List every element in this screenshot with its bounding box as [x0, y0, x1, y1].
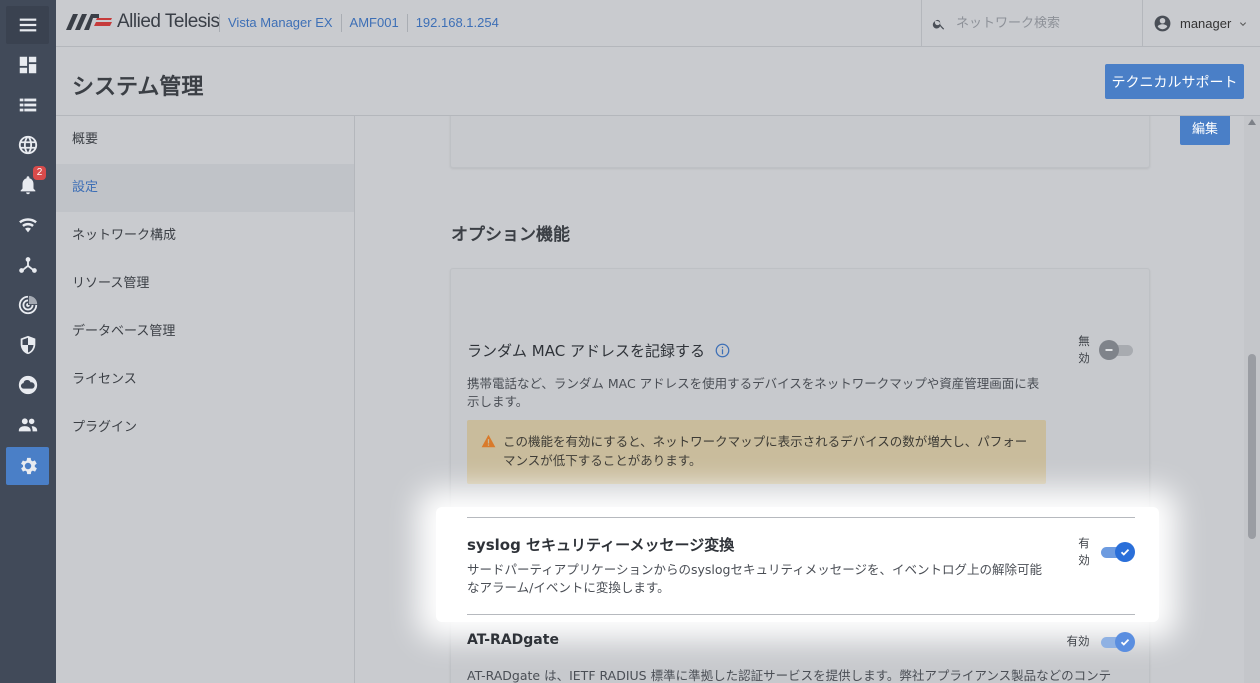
icon-rail: 2: [0, 0, 56, 683]
minus-icon: [1105, 349, 1113, 351]
content-scrollbar[interactable]: [1244, 116, 1260, 683]
topology-icon[interactable]: [6, 246, 49, 284]
check-icon: [1120, 638, 1130, 646]
toggle-knob: [1115, 542, 1135, 562]
breadcrumb-product[interactable]: Vista Manager EX: [219, 14, 341, 32]
username: manager: [1180, 16, 1232, 31]
subnav-item-license[interactable]: ライセンス: [56, 356, 354, 404]
syslog-state-label: 有効: [1078, 536, 1090, 567]
hamburger-menu-icon[interactable]: [6, 6, 49, 44]
divider: [467, 517, 1135, 518]
wifi-icon[interactable]: [6, 206, 49, 244]
option-random-mac-description: 携帯電話など、ランダム MAC アドレスを使用するデバイスをネットワークマップや…: [467, 376, 1040, 409]
radar-icon[interactable]: [6, 286, 49, 324]
subnav-item-plugin[interactable]: プラグイン: [56, 404, 354, 452]
option-radgate-description: AT-RADgate は、IETF RADIUS 標準に準拠した認証サービスを提…: [467, 668, 1112, 683]
technical-support-button[interactable]: テクニカルサポート: [1105, 64, 1244, 99]
subnav-item-settings[interactable]: 設定: [56, 164, 354, 212]
account-circle-icon: [1154, 15, 1171, 32]
brand-name: Allied Telesis: [117, 11, 220, 32]
dashboard-icon[interactable]: [6, 46, 49, 84]
subnav-item-database-management[interactable]: データベース管理: [56, 308, 354, 356]
subnav-item-resource-management[interactable]: リソース管理: [56, 260, 354, 308]
option-random-mac-title: ランダム MAC アドレスを記録する: [467, 342, 705, 360]
edit-button[interactable]: 編集: [1180, 116, 1230, 145]
radgate-toggle[interactable]: [1099, 632, 1135, 652]
alert-bell-icon[interactable]: 2: [6, 166, 49, 204]
settings-content: 編集 オプション機能 ランダム MAC アドレスを記録する 携帯電話など、ランダ…: [356, 116, 1244, 683]
alert-count-badge: 2: [33, 166, 46, 180]
previous-settings-card: 編集: [450, 116, 1230, 168]
brand-logo[interactable]: Allied Telesis: [66, 11, 220, 33]
user-menu[interactable]: manager: [1142, 0, 1260, 47]
security-shield-icon[interactable]: [6, 326, 49, 364]
random-mac-toggle[interactable]: [1099, 340, 1135, 360]
option-syslog-title: syslog セキュリティーメッセージ変換: [467, 536, 735, 554]
check-icon: [1120, 548, 1130, 556]
option-random-mac: ランダム MAC アドレスを記録する: [467, 340, 730, 361]
cloud-icon[interactable]: [6, 366, 49, 404]
network-search-input[interactable]: [956, 16, 1126, 31]
globe-icon[interactable]: [6, 126, 49, 164]
divider: [467, 614, 1135, 615]
syslog-toggle[interactable]: [1099, 542, 1135, 562]
list-icon[interactable]: [6, 86, 49, 124]
radgate-state-label: 有効: [1066, 634, 1090, 648]
page-title-bar: システム管理 テクニカルサポート: [56, 47, 1260, 116]
info-icon[interactable]: [715, 343, 730, 358]
toggle-knob: [1115, 632, 1135, 652]
breadcrumb: Vista Manager EX AMF001 192.168.1.254: [219, 14, 507, 32]
top-header: Allied Telesis Vista Manager EX AMF001 1…: [56, 0, 1260, 47]
scroll-up-arrow-icon[interactable]: [1248, 119, 1256, 125]
search-icon: [932, 19, 945, 30]
warning-triangle-icon: [481, 434, 496, 448]
random-mac-warning: この機能を有効にすると、ネットワークマップに表示されるデバイスの数が増大し、パフ…: [467, 420, 1046, 484]
option-radgate-title: AT-RADgate: [467, 632, 559, 648]
settings-gear-icon[interactable]: [6, 447, 49, 485]
allied-telesis-logo-icon: [66, 14, 112, 30]
optional-features-heading: オプション機能: [451, 225, 570, 245]
subnav-item-network-config[interactable]: ネットワーク構成: [56, 212, 354, 260]
random-mac-state-label: 無効: [1078, 334, 1090, 365]
subnav-item-overview[interactable]: 概要: [56, 116, 354, 164]
chevron-down-icon: [1240, 21, 1247, 26]
breadcrumb-ip[interactable]: 192.168.1.254: [406, 14, 507, 32]
scroll-thumb[interactable]: [1248, 354, 1256, 539]
network-search: [921, 0, 1142, 47]
toggle-knob: [1099, 340, 1119, 360]
warning-text: この機能を有効にすると、ネットワークマップに表示されるデバイスの数が増大し、パフ…: [503, 434, 1028, 468]
settings-subnav: 概要 設定 ネットワーク構成 リソース管理 データベース管理 ライセンス プラグ…: [56, 116, 355, 683]
option-syslog-description: サードパーティアプリケーションからのsyslogセキュリティメッセージを、イベン…: [467, 562, 1042, 595]
page-title: システム管理: [72, 75, 204, 100]
breadcrumb-amf[interactable]: AMF001: [340, 14, 407, 32]
users-icon[interactable]: [6, 406, 49, 444]
